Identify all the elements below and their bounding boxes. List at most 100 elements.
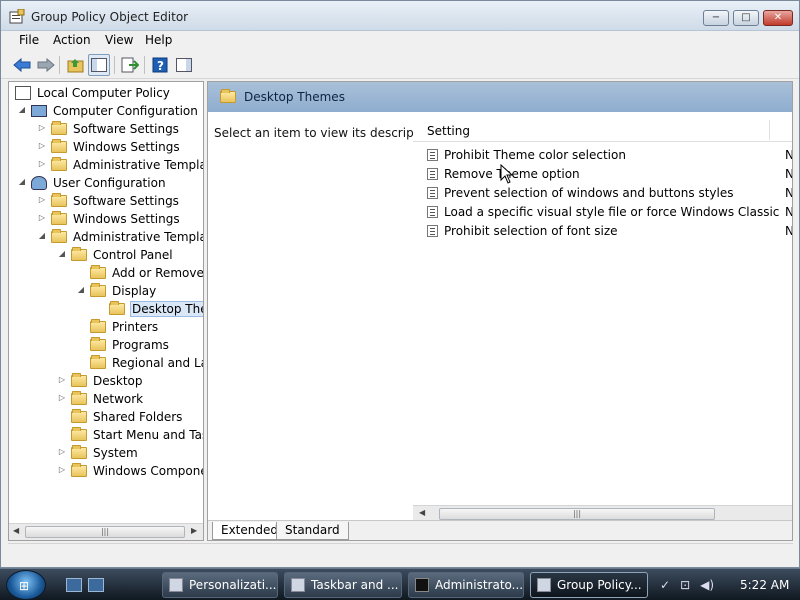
command-prompt-icon [415,578,429,592]
scroll-left-arrow-icon[interactable]: ◀ [13,526,19,535]
taskbar-button-personalization[interactable]: Personalizati... [162,572,278,598]
clock[interactable]: 5:22 AM [740,578,789,592]
export-list-icon[interactable] [119,54,141,76]
folder-icon [51,139,67,153]
setting-row[interactable]: Load a specific visual style file or for… [427,203,792,221]
close-button[interactable]: ✕ [763,10,793,26]
tree-item-printers[interactable]: Printers [90,318,158,336]
taskbar-button-taskbar-and-start[interactable]: Taskbar and ... [284,572,402,598]
tree-label: System [93,446,138,460]
folder-icon [220,89,236,103]
title-bar[interactable]: Group Policy Object Editor − □ ✕ [1,1,799,31]
scroll-thumb[interactable]: ||| [439,508,715,520]
collapsed-arrow-icon[interactable]: ▷ [37,195,47,204]
tree-label-selected: Desktop Ther [130,301,203,317]
settings-list[interactable]: Setting Prohibit Theme color selection N… [413,112,792,522]
tree-item-shared-folders[interactable]: Shared Folders [71,408,182,426]
toolbar-separator [114,56,115,74]
tree-horizontal-scrollbar[interactable]: ◀ ||| ▶ [9,523,203,540]
tree-item-user-configuration[interactable]: User Configuration [31,174,166,192]
group-policy-window: Group Policy Object Editor − □ ✕ File Ac… [0,0,800,568]
collapsed-arrow-icon[interactable]: ▷ [37,213,47,222]
show-desktop-icon[interactable] [66,578,82,592]
up-folder-icon[interactable] [65,54,87,76]
tree-label: Programs [112,338,169,352]
tree-item-control-panel[interactable]: Control Panel [71,246,173,264]
scroll-left-arrow-icon[interactable]: ◀ [419,508,425,517]
column-separator[interactable] [769,120,770,140]
expanded-arrow-icon[interactable]: ◢ [76,285,86,294]
collapsed-arrow-icon[interactable]: ▷ [57,465,67,474]
scroll-right-arrow-icon[interactable]: ▶ [191,526,197,535]
switch-windows-icon[interactable] [88,578,104,592]
tree-item-programs[interactable]: Programs [90,336,169,354]
toolbar-separator [144,56,145,74]
expanded-arrow-icon[interactable]: ◢ [17,177,27,186]
setting-row[interactable]: Remove Theme option Nc [427,165,792,183]
tree-item-user-administrative-templates[interactable]: Administrative Template [51,228,203,246]
tree-item-windows-settings[interactable]: Windows Settings [51,138,180,156]
expanded-arrow-icon[interactable]: ◢ [57,249,67,258]
maximize-button[interactable]: □ [733,10,759,26]
tree-item-network[interactable]: Network [71,390,143,408]
tab-standard[interactable]: Standard [276,522,349,540]
help-icon[interactable]: ? [149,54,171,76]
taskbar-button-administrator[interactable]: Administrato... [408,572,524,598]
folder-icon [71,247,87,261]
tree-item-regional-and-language[interactable]: Regional and Lan [90,354,203,372]
setting-column-header[interactable]: Setting [413,118,792,142]
collapsed-arrow-icon[interactable]: ▷ [37,159,47,168]
tree-item-administrative-templates[interactable]: Administrative Template [51,156,203,174]
tree-item-software-settings[interactable]: Software Settings [51,120,179,138]
taskbar-properties-icon [291,578,305,592]
tree-item-system[interactable]: System [71,444,138,462]
console-tree[interactable]: Local Computer Policy ◢ Computer Configu… [8,81,204,541]
windows-logo-icon: ⊞ [19,579,30,593]
folder-icon [51,211,67,225]
tree-item-user-software-settings[interactable]: Software Settings [51,192,179,210]
minimize-button[interactable]: − [703,10,729,26]
collapsed-arrow-icon[interactable]: ▷ [57,447,67,456]
menu-help[interactable]: Help [143,33,174,47]
show-hide-console-icon[interactable] [173,54,195,76]
setting-row[interactable]: Prohibit selection of font size Nc [427,222,792,240]
expanded-arrow-icon[interactable]: ◢ [37,231,47,240]
folder-icon [51,229,67,243]
expanded-arrow-icon[interactable]: ◢ [17,105,27,114]
forward-arrow-icon[interactable] [35,54,57,76]
tree-item-computer-configuration[interactable]: Computer Configuration [31,102,198,120]
menu-view[interactable]: View [103,33,135,47]
tree-label: Regional and Lan [112,356,203,370]
start-button[interactable]: ⊞ [6,570,46,600]
folder-icon [51,193,67,207]
folder-icon [71,373,87,387]
tree-item-windows-components[interactable]: Windows Componer [71,462,203,480]
details-pane: Desktop Themes Select an item to view it… [207,81,793,541]
back-arrow-icon[interactable] [11,54,33,76]
menu-file[interactable]: File [17,33,41,47]
computer-icon [31,105,47,117]
tree-label: Network [93,392,144,406]
menu-action[interactable]: Action [51,33,93,47]
security-check-icon[interactable]: ✓ [660,578,670,592]
taskbar-button-group-policy[interactable]: Group Policy... [530,572,648,598]
tree-label: Administrative Template [73,230,203,244]
setting-row[interactable]: Prevent selection of windows and buttons… [427,184,792,202]
scroll-thumb[interactable]: ||| [25,526,185,538]
tree-item-display[interactable]: Display [90,282,156,300]
collapsed-arrow-icon[interactable]: ▷ [57,375,67,384]
collapsed-arrow-icon[interactable]: ▷ [37,123,47,132]
tree-item-user-windows-settings[interactable]: Windows Settings [51,210,180,228]
tree-item-desktop[interactable]: Desktop [71,372,143,390]
show-hide-tree-icon[interactable] [88,54,110,76]
network-icon[interactable]: ⊡ [680,578,690,592]
collapsed-arrow-icon[interactable]: ▷ [57,393,67,402]
tree-item-add-or-remove-programs[interactable]: Add or Remove P [90,264,204,282]
tree-item-desktop-themes[interactable]: Desktop Ther [109,300,203,318]
tree-item-start-menu-and-taskbar[interactable]: Start Menu and Task [71,426,203,444]
collapsed-arrow-icon[interactable]: ▷ [37,141,47,150]
tree-label: Add or Remove P [112,266,204,280]
setting-row[interactable]: Prohibit Theme color selection Nc [427,146,792,164]
tree-item-local-computer-policy[interactable]: Local Computer Policy [15,84,170,102]
volume-icon[interactable]: ◀) [700,578,714,592]
